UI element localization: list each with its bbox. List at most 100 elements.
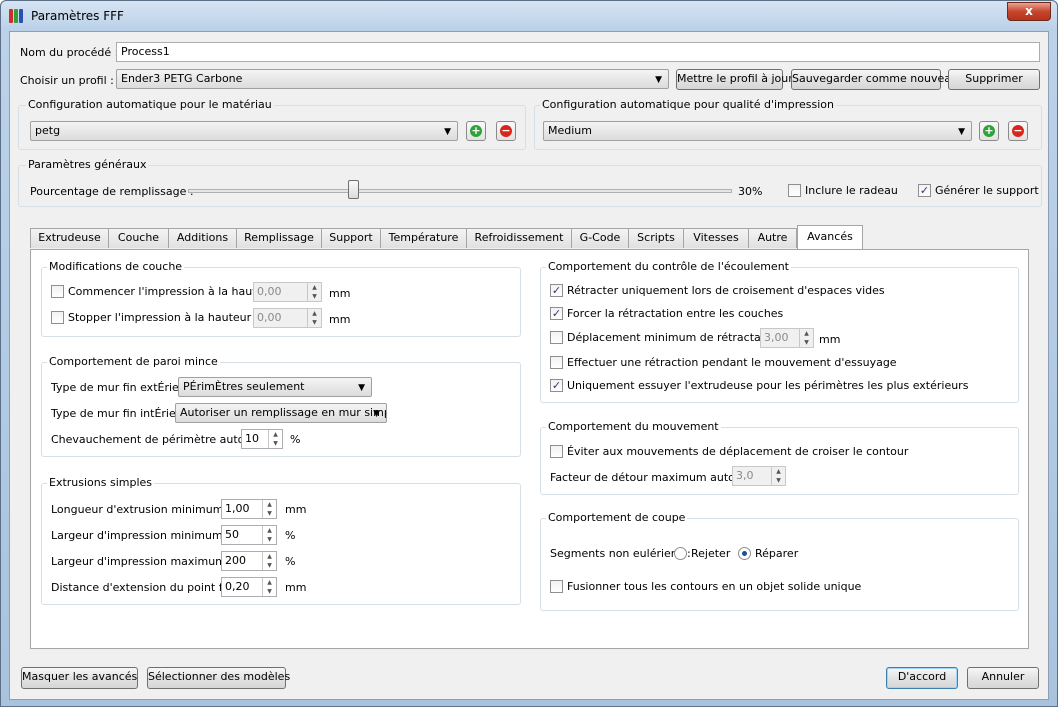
general-settings-title: Paramètres généraux: [26, 158, 149, 171]
tab-avances[interactable]: Avancés: [797, 225, 863, 249]
tab-gcode[interactable]: G-Code: [571, 228, 629, 248]
support-checkbox[interactable]: ✓: [918, 184, 931, 197]
quality-select[interactable]: Medium ▼: [543, 121, 972, 141]
infill-slider-thumb[interactable]: [347, 180, 359, 199]
repair-radio[interactable]: [738, 547, 751, 560]
endpoint-label: Distance d'extension du point final: [51, 581, 243, 594]
inner-wall-value: Autoriser un remplissage en mur simple: [180, 406, 387, 419]
tab-additions[interactable]: Additions: [168, 228, 237, 248]
spin-arrows-icon[interactable]: ▲ ▼: [307, 283, 321, 301]
spin-arrows-icon[interactable]: ▲ ▼: [268, 430, 282, 448]
reject-label: Rejeter: [691, 547, 731, 560]
segments-label: Segments non eulériens :: [550, 547, 691, 560]
start-height-checkbox[interactable]: [51, 285, 64, 298]
detour-input[interactable]: 3,0 ▲ ▼: [732, 466, 786, 486]
outer-wall-label: Type de mur fin extÉrieur: [51, 381, 191, 394]
wipe-outer-checkbox[interactable]: ✓: [550, 379, 563, 392]
tab-couche[interactable]: Couche: [108, 228, 169, 248]
min-travel-checkbox[interactable]: [550, 331, 563, 344]
tab-scripts[interactable]: Scripts: [628, 228, 684, 248]
single-extrusions-title: Extrusions simples: [47, 476, 155, 489]
material-select[interactable]: petg ▼: [30, 121, 458, 141]
tab-autre[interactable]: Autre: [748, 228, 797, 248]
overlap-label: Chevauchement de périmètre autorisé: [51, 433, 265, 446]
remove-quality-button[interactable]: −: [1008, 121, 1028, 141]
add-material-button[interactable]: +: [466, 121, 486, 141]
outer-wall-value: PÉrimÈtres seulement: [183, 380, 305, 393]
spin-arrows-icon[interactable]: ▲ ▼: [262, 578, 276, 596]
spin-arrows-icon[interactable]: ▲ ▼: [771, 467, 785, 485]
ok-button[interactable]: D'accord: [886, 667, 958, 689]
avoid-crossing-checkbox[interactable]: [550, 445, 563, 458]
endpoint-input[interactable]: 0,20 ▲ ▼: [221, 577, 277, 597]
wipe-retract-label: Effectuer une rétraction pendant le mouv…: [567, 356, 897, 369]
spin-arrows-icon[interactable]: ▲ ▼: [307, 309, 321, 327]
tab-support[interactable]: Support: [321, 228, 381, 248]
tab-temperature[interactable]: Température: [380, 228, 467, 248]
stop-height-value: 0,00: [257, 311, 282, 324]
start-height-input[interactable]: 0,00 ▲ ▼: [253, 282, 322, 302]
tab-vitesses[interactable]: Vitesses: [683, 228, 749, 248]
min-width-label: Largeur d'impression minimum: [51, 529, 223, 542]
title-bar[interactable]: Paramètres FFF x: [1, 1, 1057, 31]
min-length-value: 1,00: [225, 502, 250, 515]
thin-wall-title: Comportement de paroi mince: [47, 355, 220, 368]
remove-material-button[interactable]: −: [496, 121, 516, 141]
inner-wall-select[interactable]: Autoriser un remplissage en mur simple ▼: [175, 403, 387, 423]
overlap-unit: %: [290, 433, 301, 446]
close-button[interactable]: x: [1007, 2, 1051, 21]
hide-advanced-button[interactable]: Masquer les avancés: [21, 667, 138, 689]
merge-contours-checkbox[interactable]: [550, 580, 563, 593]
wipe-retract-checkbox[interactable]: [550, 356, 563, 369]
minus-icon: −: [1013, 124, 1023, 137]
advanced-tab-panel: Modifications de couche Commencer l'impr…: [30, 249, 1029, 649]
spin-arrows-icon[interactable]: ▲ ▼: [262, 500, 276, 518]
overlap-input[interactable]: 10 ▲ ▼: [241, 429, 283, 449]
tab-extrudeuse[interactable]: Extrudeuse: [30, 228, 109, 248]
flow-control-title: Comportement du contrôle de l'écoulement: [546, 260, 791, 273]
min-width-input[interactable]: 50 ▲ ▼: [221, 525, 277, 545]
cancel-button[interactable]: Annuler: [967, 667, 1039, 689]
process-name-input[interactable]: Process1: [116, 42, 1040, 62]
add-quality-button[interactable]: +: [979, 121, 999, 141]
reject-radio[interactable]: [674, 547, 687, 560]
spin-arrows-icon[interactable]: ▲ ▼: [262, 552, 276, 570]
max-width-input[interactable]: 200 ▲ ▼: [221, 551, 277, 571]
endpoint-unit: mm: [285, 581, 307, 594]
close-icon: x: [1025, 4, 1033, 18]
infill-slider-track[interactable]: [188, 189, 732, 193]
stop-height-checkbox[interactable]: [51, 311, 64, 324]
detour-label: Facteur de détour maximum autorisé: [550, 471, 755, 484]
app-icon: [9, 9, 25, 23]
profile-select-value: Ender3 PETG Carbone: [121, 72, 243, 85]
select-models-button[interactable]: Sélectionner des modèles: [147, 667, 290, 689]
profile-select[interactable]: Ender3 PETG Carbone ▼: [116, 69, 669, 89]
max-width-value: 200: [225, 554, 246, 567]
chevron-down-icon: ▼: [358, 383, 365, 393]
min-width-value: 50: [225, 528, 239, 541]
start-height-label: Commencer l'impression à la hauteur: [68, 285, 275, 298]
force-retract-checkbox[interactable]: ✓: [550, 307, 563, 320]
plus-icon: +: [471, 124, 481, 137]
minus-icon: −: [501, 124, 511, 137]
chevron-down-icon: ▼: [655, 75, 662, 85]
update-profile-button[interactable]: Mettre le profil à jour: [676, 69, 793, 90]
raft-checkbox[interactable]: [788, 184, 801, 197]
min-width-unit: %: [285, 529, 296, 542]
spin-arrows-icon[interactable]: ▲ ▼: [799, 329, 813, 347]
tab-remplissage[interactable]: Remplissage: [236, 228, 322, 248]
save-as-new-button[interactable]: Sauvegarder comme nouveau: [791, 69, 958, 90]
delete-profile-button[interactable]: Supprimer: [948, 69, 1040, 90]
min-travel-input[interactable]: 3,00 ▲ ▼: [760, 328, 814, 348]
avoid-crossing-label: Éviter aux mouvements de déplacement de …: [567, 445, 909, 458]
stop-height-input[interactable]: 0,00 ▲ ▼: [253, 308, 322, 328]
retract-open-checkbox[interactable]: ✓: [550, 284, 563, 297]
spin-arrows-icon[interactable]: ▲ ▼: [262, 526, 276, 544]
tab-refroidissement[interactable]: Refroidissement: [466, 228, 572, 248]
outer-wall-select[interactable]: PÉrimÈtres seulement ▼: [178, 377, 372, 397]
slicing-group: [540, 518, 1019, 611]
min-length-input[interactable]: 1,00 ▲ ▼: [221, 499, 277, 519]
stop-height-label: Stopper l'impression à la hauteur: [68, 311, 252, 324]
endpoint-value: 0,20: [225, 580, 250, 593]
min-travel-label: Déplacement minimum de rétractation: [567, 331, 782, 344]
